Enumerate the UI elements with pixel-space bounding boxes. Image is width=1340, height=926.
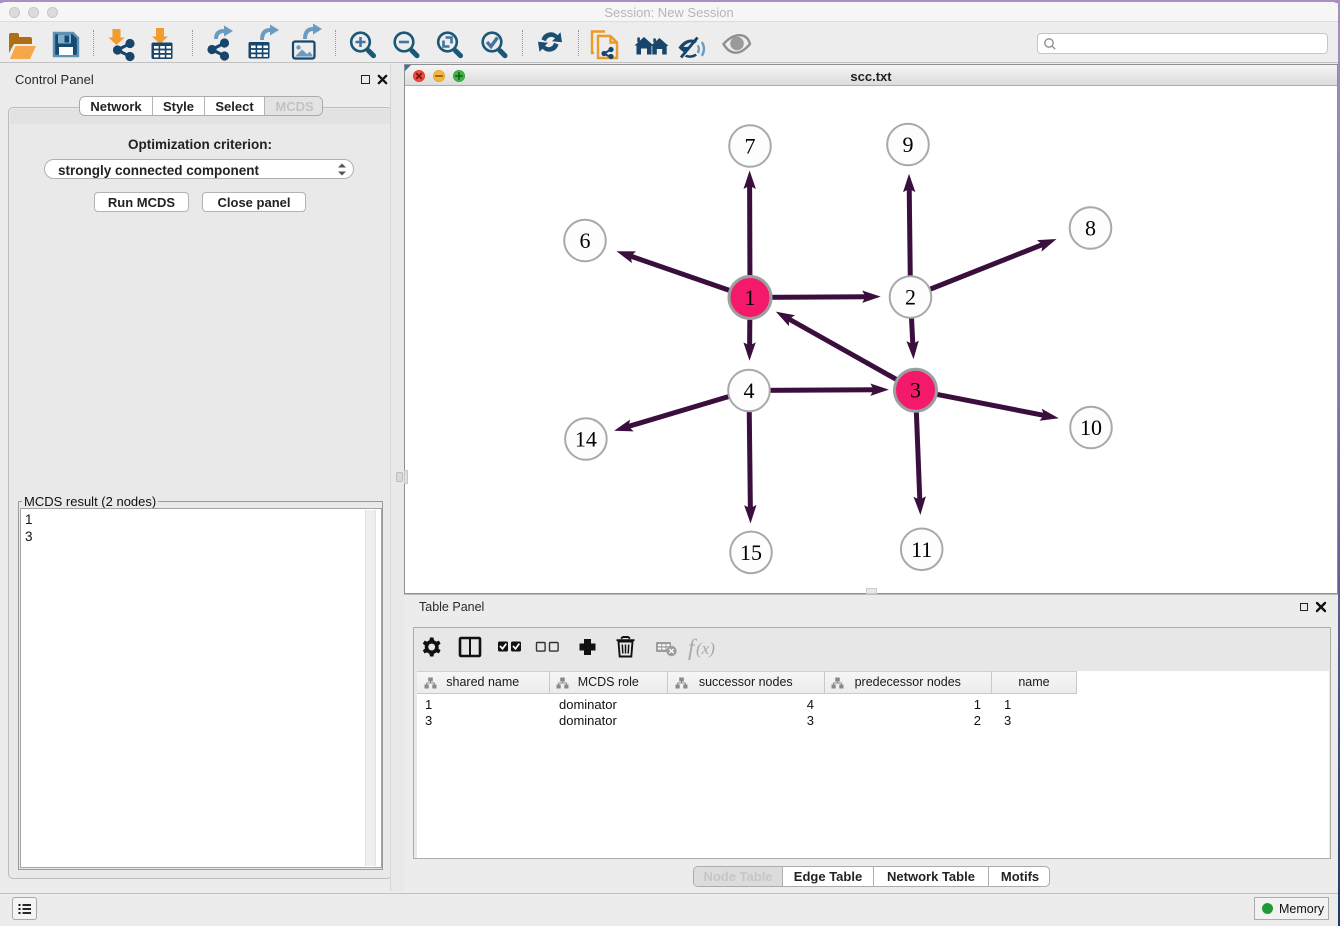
svg-text:8: 8 [1085, 216, 1096, 241]
svg-text:4: 4 [744, 378, 755, 403]
svg-text:9: 9 [903, 132, 914, 157]
svg-text:10: 10 [1080, 415, 1102, 440]
svg-text:2: 2 [905, 285, 916, 310]
svg-text:3: 3 [910, 378, 921, 403]
svg-text:6: 6 [580, 228, 591, 253]
svg-text:14: 14 [575, 427, 597, 452]
svg-text:1: 1 [745, 285, 756, 310]
svg-text:11: 11 [911, 537, 932, 562]
svg-text:(x): (x) [696, 639, 715, 658]
svg-text:15: 15 [740, 540, 762, 565]
svg-text:7: 7 [745, 134, 756, 159]
